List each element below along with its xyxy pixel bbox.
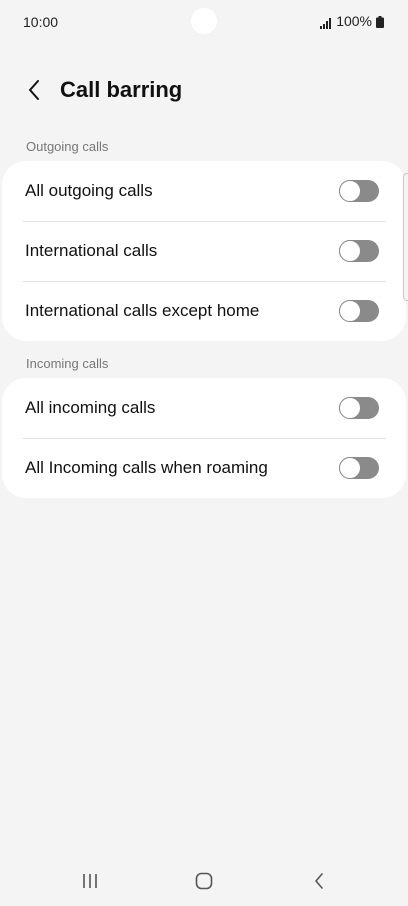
row-label: International calls except home [25,301,260,320]
incoming-roaming-toggle[interactable] [339,457,379,479]
battery-percent: 100% [336,13,372,29]
camera-cutout [191,8,217,34]
section-label-incoming: Incoming calls [26,356,109,371]
back-button[interactable] [18,74,50,106]
status-time: 10:00 [23,14,59,30]
page-title: Call barring [60,77,183,102]
list-item-incoming-roaming[interactable]: All Incoming calls when roaming [2,438,406,498]
back-arrow-icon [29,80,39,100]
outgoing-calls-card: All outgoing calls International calls I… [2,161,406,341]
app-header: Call barring [0,70,408,110]
list-item-all-incoming[interactable]: All incoming calls [2,378,406,438]
nav-back-button[interactable] [299,868,339,894]
international-toggle[interactable] [339,240,379,262]
status-bar: 10:00 100% [0,0,408,44]
list-item-all-outgoing[interactable]: All outgoing calls [2,161,406,221]
status-indicators: 100% [320,13,384,29]
all-outgoing-toggle[interactable] [339,180,379,202]
home-icon [195,872,213,890]
row-label: All outgoing calls [25,181,153,200]
international-except-home-toggle[interactable] [339,300,379,322]
navigation-bar [0,856,408,906]
row-label: All Incoming calls when roaming [25,458,268,477]
row-label: All incoming calls [25,398,156,417]
scroll-indicator[interactable] [403,173,408,301]
all-incoming-toggle[interactable] [339,397,379,419]
back-icon [315,873,323,889]
recent-apps-icon [83,874,97,888]
section-label-outgoing: Outgoing calls [26,139,109,154]
row-label: International calls [25,241,158,260]
list-item-international[interactable]: International calls [2,221,406,281]
signal-icon [320,16,332,29]
list-item-international-except-home[interactable]: International calls except home [2,281,406,341]
home-button[interactable] [184,868,224,894]
battery-icon [376,15,384,28]
recent-apps-button[interactable] [70,868,110,894]
incoming-calls-card: All incoming calls All Incoming calls wh… [2,378,406,498]
